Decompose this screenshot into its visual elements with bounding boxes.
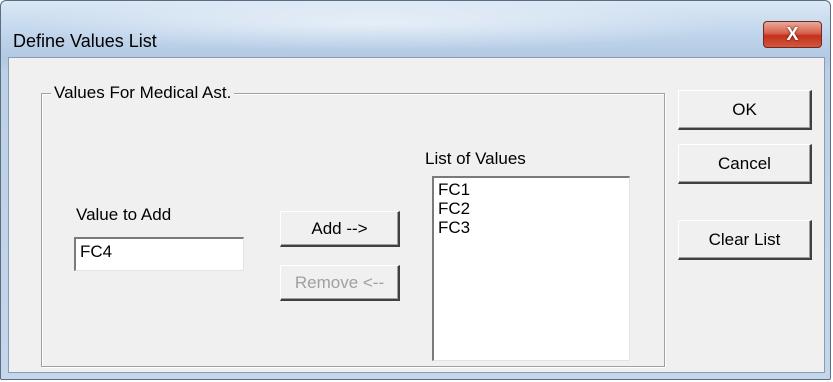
cancel-button[interactable]: Cancel bbox=[678, 144, 812, 184]
close-button[interactable]: X bbox=[763, 21, 822, 48]
close-icon: X bbox=[786, 24, 799, 44]
window-title: Define Values List bbox=[13, 31, 157, 51]
values-groupbox: Values For Medical Ast. Value to Add FC4… bbox=[41, 82, 665, 367]
ok-button[interactable]: OK bbox=[678, 90, 812, 130]
add-button[interactable]: Add --> bbox=[280, 211, 400, 247]
groupbox-label: Values For Medical Ast. bbox=[51, 82, 235, 104]
remove-button[interactable]: Remove <-- bbox=[280, 265, 400, 301]
list-of-values-label: List of Values bbox=[425, 149, 526, 168]
title-bar[interactable]: Define Values List X bbox=[1, 1, 830, 57]
list-item[interactable]: FC2 bbox=[438, 199, 625, 218]
dialog-window: Define Values List X Values For Medical … bbox=[0, 0, 831, 380]
list-item[interactable]: FC3 bbox=[438, 218, 625, 237]
value-to-add-label: Value to Add bbox=[76, 205, 172, 224]
clear-list-button[interactable]: Clear List bbox=[678, 220, 812, 260]
value-to-add-input[interactable]: FC4 bbox=[74, 237, 244, 271]
dialog-client-area: Values For Medical Ast. Value to Add FC4… bbox=[8, 57, 825, 373]
list-item[interactable]: FC1 bbox=[438, 180, 625, 199]
values-listbox[interactable]: FC1 FC2 FC3 bbox=[432, 176, 630, 361]
